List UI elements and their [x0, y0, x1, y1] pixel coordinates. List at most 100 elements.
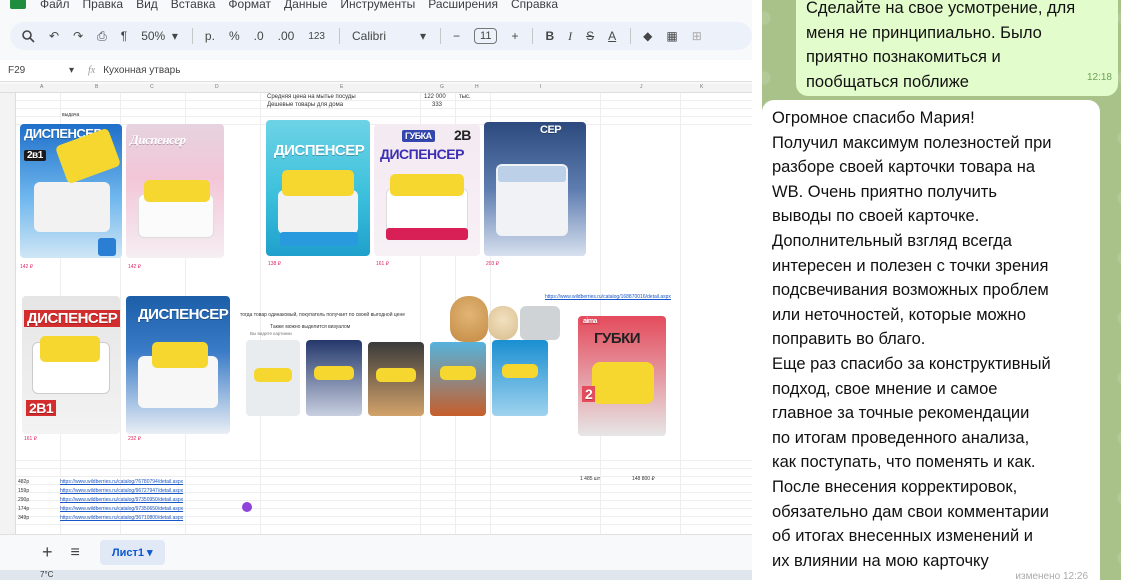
cell-value: 1 485 шт: [580, 476, 601, 482]
card-title: Диспенсер: [130, 132, 186, 147]
strikethrough-button[interactable]: S: [586, 29, 594, 43]
cell-note: Также можно выделится визуалом: [270, 324, 351, 330]
menu-format[interactable]: Формат: [228, 0, 271, 11]
sheet-tab-label: Лист1: [111, 547, 144, 559]
row-headers: [0, 93, 16, 534]
text-color-button[interactable]: A: [608, 29, 616, 43]
menu-insert[interactable]: Вставка: [171, 0, 216, 11]
increase-decimal-button[interactable]: .00: [278, 29, 295, 43]
message-line: Еще раз спасибо за конструктивный: [772, 354, 1051, 373]
cell-label: 482р: [18, 479, 30, 485]
message-line: меня не принципиально. Было: [806, 23, 1042, 42]
bold-button[interactable]: B: [545, 29, 554, 43]
message-line: выводы по своей карточке.: [772, 207, 980, 226]
menu-tools[interactable]: Инструменты: [340, 0, 415, 11]
product-card[interactable]: aima ГУБКИ 2: [578, 316, 666, 436]
cell-label: 349р: [18, 515, 30, 521]
toolbar-divider: [191, 28, 193, 44]
paint-format-icon[interactable]: ¶: [121, 29, 127, 43]
chevron-down-icon: ▾: [147, 547, 153, 559]
weather-temp: 7°C: [40, 570, 54, 579]
chat-panel: Сделайте на свое усмотрение, для меня не…: [752, 0, 1121, 580]
product-card[interactable]: Диспенсер: [126, 124, 224, 258]
product-price: 138 ₽: [268, 261, 281, 267]
menu-bar: Файл Правка Вид Вставка Формат Данные Ин…: [0, 0, 752, 12]
product-card[interactable]: СЕР: [484, 122, 586, 256]
undo-icon[interactable]: ↶: [49, 29, 59, 43]
mini-card[interactable]: [368, 342, 424, 416]
mini-card[interactable]: [246, 340, 300, 416]
formula-bar: F29 ▾ fx Кухонная утварь: [0, 60, 752, 82]
message-line: приятно познакомиться и: [806, 48, 1001, 67]
outgoing-message[interactable]: Сделайте на свое усмотрение, для меня не…: [796, 0, 1118, 96]
all-sheets-icon[interactable]: ≡: [71, 544, 80, 562]
product-card[interactable]: ГУБКА 2В ДИСПЕНСЕР: [374, 124, 480, 256]
card-title: ДИСПЕНСЕР: [138, 306, 229, 323]
cell-link[interactable]: https://www.wildberries.ru/catalog/36710…: [60, 515, 183, 521]
add-sheet-button[interactable]: +: [42, 542, 53, 563]
product-price: 203 ₽: [486, 261, 499, 267]
sheet-tab-list1[interactable]: Лист1 ▾: [99, 540, 165, 565]
message-line: WB. Очень приятно получить: [772, 182, 997, 201]
borders-icon[interactable]: ▦: [666, 29, 677, 43]
percent-button[interactable]: %: [229, 29, 240, 43]
menu-help[interactable]: Справка: [511, 0, 558, 11]
cell-link[interactable]: https://www.wildberries.ru/catalog/97350…: [60, 497, 183, 503]
message-line: об итогах внесенных изменений и: [772, 527, 1033, 546]
menu-view[interactable]: Вид: [136, 0, 158, 11]
product-card[interactable]: ДИСПЕНСЕР: [266, 120, 370, 256]
font-size-input[interactable]: 11: [474, 28, 498, 44]
currency-button[interactable]: р.: [205, 29, 215, 43]
menu-extensions[interactable]: Расширения: [428, 0, 498, 11]
incoming-message[interactable]: Огромное спасибо Мария! Получил максимум…: [762, 100, 1100, 580]
card-badge: 2: [582, 386, 596, 402]
cell-label: Дешевые товары для дома: [267, 102, 344, 108]
cell-link[interactable]: https://www.wildberries.ru/catalog/16887…: [545, 294, 671, 300]
font-select[interactable]: Calibri ▾: [352, 29, 426, 43]
product-card[interactable]: ДИСПЕНСЕР 2В1: [22, 296, 120, 434]
menu-file[interactable]: Файл: [40, 0, 70, 11]
card-tag: ГУБКА: [402, 130, 435, 142]
product-card[interactable]: ДИСПЕНСЕР 2в1: [20, 124, 122, 258]
formula-input[interactable]: Кухонная утварь: [103, 65, 180, 76]
cell-label: Средняя цена на мытье посуды: [267, 94, 356, 100]
cell-link[interactable]: https://www.wildberries.ru/catalog/97350…: [60, 506, 183, 512]
cell-link[interactable]: https://www.wildberries.ru/catalog/76780…: [60, 479, 183, 485]
message-line: обязательно дам свои комментарии: [772, 502, 1049, 521]
mini-card[interactable]: [430, 342, 486, 416]
menu-data[interactable]: Данные: [284, 0, 327, 11]
teddy-bear-image: [450, 296, 488, 342]
comment-avatar-icon[interactable]: [242, 502, 252, 512]
font-size-decrease-button[interactable]: −: [453, 29, 460, 43]
zoom-value: 50%: [141, 29, 166, 43]
sponge-image: [520, 306, 560, 340]
card-brand: aima: [580, 318, 600, 325]
zoom-select[interactable]: 50% ▾: [141, 29, 178, 43]
message-time: 12:18: [1086, 72, 1112, 84]
redo-icon[interactable]: ↷: [73, 29, 83, 43]
fill-color-icon[interactable]: ◆: [643, 29, 652, 43]
font-size-increase-button[interactable]: +: [511, 29, 518, 43]
italic-button[interactable]: I: [568, 29, 572, 44]
mini-card[interactable]: [306, 340, 362, 416]
product-price: 232 ₽: [128, 436, 141, 442]
search-menus-icon[interactable]: [22, 29, 35, 43]
merge-cells-icon[interactable]: ⊞: [692, 29, 702, 43]
message-line: подход, свое мнение и самое: [772, 379, 998, 398]
cell-note: Вы видите картинки: [250, 331, 292, 336]
product-card[interactable]: ДИСПЕНСЕР: [126, 296, 230, 434]
spreadsheet-window: Файл Правка Вид Вставка Формат Данные Ин…: [0, 0, 752, 580]
more-formats-button[interactable]: 123: [308, 31, 325, 42]
print-icon[interactable]: ⎙: [97, 29, 107, 44]
os-taskbar: 7°C: [0, 570, 752, 580]
decrease-decimal-button[interactable]: .0: [254, 29, 264, 43]
cell-link[interactable]: https://www.wildberries.ru/catalog/96727…: [60, 488, 183, 494]
card-title: ДИСПЕНСЕР: [380, 146, 464, 162]
chevron-down-icon: ▾: [419, 29, 426, 43]
mini-card[interactable]: [492, 340, 548, 416]
name-box[interactable]: F29 ▾: [0, 65, 80, 76]
menu-edit[interactable]: Правка: [83, 0, 124, 11]
cell-grid[interactable]: ABCDEGHIJK Средняя цена на мытье посуды …: [0, 84, 752, 534]
column-headers: ABCDEGHIJK: [0, 84, 752, 93]
cell-label: выдача: [62, 112, 80, 118]
